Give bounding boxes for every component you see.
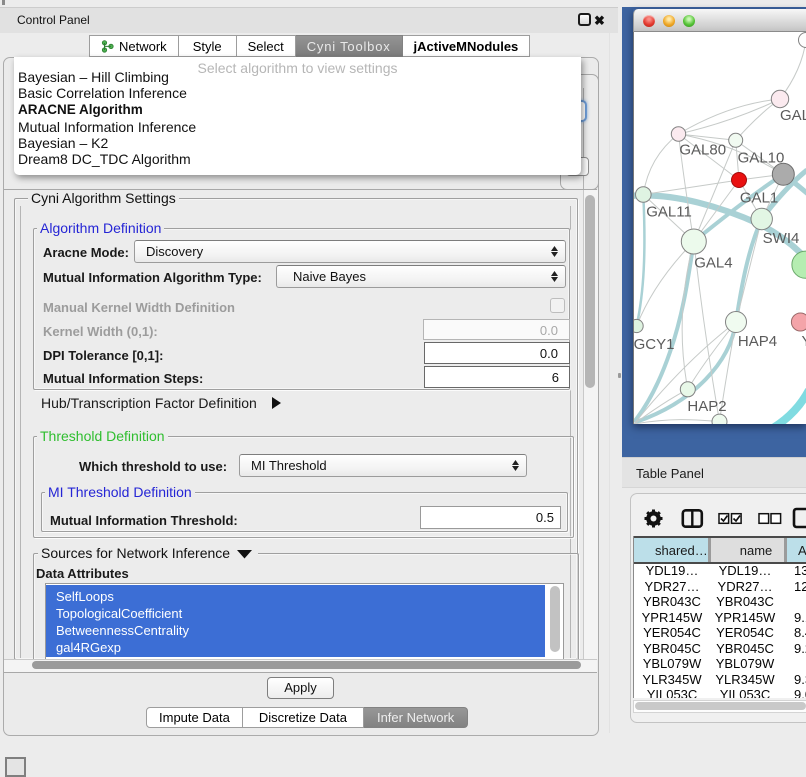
- svg-text:YEL047C: YEL047C: [802, 333, 806, 350]
- svg-text:GAL7: GAL7: [780, 107, 806, 124]
- svg-text:GAL4: GAL4: [694, 255, 732, 272]
- svg-text:GAL10: GAL10: [738, 149, 785, 166]
- svg-text:GCY1: GCY1: [634, 336, 674, 353]
- svg-text:GAL80: GAL80: [679, 141, 726, 158]
- svg-text:GAL11: GAL11: [646, 203, 692, 220]
- svg-text:SWI4: SWI4: [763, 230, 800, 247]
- svg-text:HAP4: HAP4: [738, 333, 777, 350]
- svg-text:GAL1: GAL1: [740, 190, 778, 207]
- svg-text:HAP2: HAP2: [687, 398, 726, 415]
